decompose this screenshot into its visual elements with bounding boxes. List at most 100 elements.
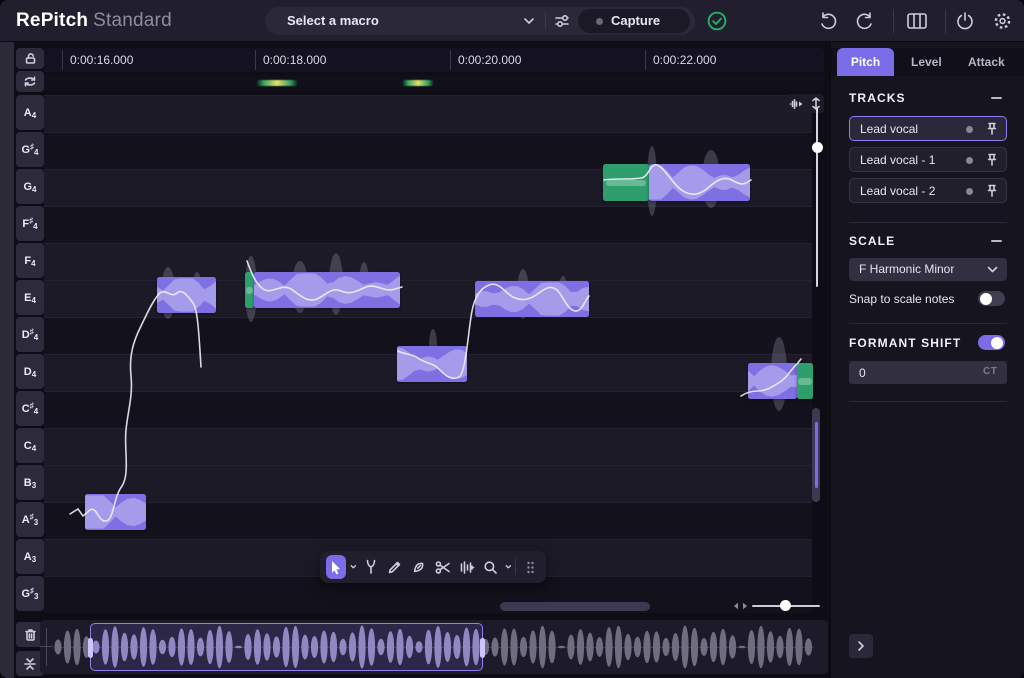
note-label-as3[interactable]: A ♯ 3 [16, 502, 44, 537]
brand-name: RePitch [16, 10, 89, 31]
tracks-collapse-button[interactable] [991, 97, 1002, 99]
select-tool-chevron-icon[interactable] [350, 564, 357, 570]
pitch-row[interactable] [44, 465, 812, 502]
capture-button[interactable]: Capture [578, 9, 690, 33]
vertical-scrollbar[interactable] [812, 408, 820, 502]
divider [849, 323, 1007, 324]
note-label-g4[interactable]: G4 [16, 169, 44, 204]
loop-button[interactable] [16, 71, 44, 92]
pitch-row[interactable] [44, 428, 812, 465]
track-row-lead-vocal-1[interactable]: Lead vocal - 1 [849, 147, 1007, 172]
pencil-tool-icon [388, 561, 401, 573]
select-tool[interactable] [326, 555, 346, 579]
toolbar-drag-handle[interactable] [520, 555, 540, 579]
scissors-tool[interactable] [433, 555, 453, 579]
note-label-b3[interactable]: B3 [16, 465, 44, 500]
selection-handle-left[interactable] [88, 638, 93, 658]
track-label: Lead vocal - 2 [860, 184, 936, 198]
overview-origin-mark [46, 628, 47, 666]
scale-select[interactable]: F Harmonic Minor [849, 258, 1007, 281]
lock-button[interactable] [16, 48, 44, 69]
vertical-zoom-slider[interactable] [816, 107, 818, 287]
tab-pitch[interactable]: Pitch [837, 48, 894, 76]
timeline-ruler[interactable]: 0:00:16.000 0:00:18.000 0:00:20.000 0:00… [44, 48, 824, 72]
snap-toggle[interactable] [978, 291, 1005, 306]
columns-icon[interactable] [906, 11, 928, 31]
waveform-overview[interactable] [40, 620, 828, 674]
track-dot-icon[interactable] [966, 157, 973, 164]
note-block[interactable] [649, 164, 750, 201]
tab-level[interactable]: Level [911, 55, 942, 69]
note-label-f4[interactable]: F4 [16, 243, 44, 278]
note-label-cs4[interactable]: C ♯ 4 [16, 391, 44, 426]
divider [893, 9, 894, 33]
note-block[interactable] [475, 281, 589, 317]
redo-icon[interactable] [854, 11, 875, 31]
divider [515, 559, 517, 575]
pitch-row[interactable] [44, 206, 812, 243]
nib-tool[interactable] [409, 555, 429, 579]
overview-selection[interactable] [88, 623, 485, 671]
zoom-tool-chevron-icon[interactable] [505, 564, 512, 570]
top-bar: RePitch Standard Select a macro Capture [0, 0, 1024, 42]
status-check-icon [707, 11, 727, 31]
note-label-a4[interactable]: A4 [16, 95, 44, 130]
pin-icon[interactable] [986, 184, 998, 198]
select-tool-icon [331, 560, 340, 574]
pitch-row[interactable] [44, 502, 812, 539]
horizontal-scrollbar[interactable] [500, 602, 650, 611]
tab-attack[interactable]: Attack [968, 55, 1005, 69]
track-row-lead-vocal-2[interactable]: Lead vocal - 2 [849, 178, 1007, 203]
track-dot-icon[interactable] [966, 126, 973, 133]
note-label-fs4[interactable]: F ♯ 4 [16, 206, 44, 241]
h-zoom-knob[interactable] [780, 600, 791, 611]
left-edge-strip [0, 42, 14, 678]
nib-tool-icon [413, 562, 424, 572]
note-block-captured[interactable] [245, 272, 254, 308]
divider [849, 222, 1007, 223]
macro-select[interactable]: Select a macro [265, 7, 545, 35]
macro-settings-icon[interactable] [554, 13, 571, 29]
note-label-a3[interactable]: A3 [16, 539, 44, 574]
selection-handle-right[interactable] [480, 638, 485, 658]
power-icon[interactable] [955, 11, 975, 31]
overview-origin-mark [40, 646, 53, 647]
note-label-e4[interactable]: E4 [16, 280, 44, 315]
scale-collapse-button[interactable] [991, 240, 1002, 242]
macro-bar: Select a macro Capture [265, 7, 695, 35]
formant-toggle[interactable] [978, 335, 1005, 350]
note-label-ds4[interactable]: D ♯ 4 [16, 317, 44, 352]
gear-icon[interactable] [992, 11, 1013, 31]
note-block[interactable] [748, 363, 797, 399]
fork-tool[interactable] [361, 555, 381, 579]
edition-name: Standard [93, 10, 172, 31]
track-row-lead-vocal[interactable]: Lead vocal [849, 116, 1007, 141]
tool-bar [320, 551, 546, 583]
pitch-row[interactable] [44, 95, 812, 132]
vertical-zoom-knob[interactable] [811, 142, 823, 153]
pin-icon[interactable] [986, 122, 998, 136]
note-block[interactable] [397, 346, 467, 382]
note-label-gs3[interactable]: G ♯ 3 [16, 576, 44, 611]
panel-expand-button[interactable] [849, 634, 873, 658]
loop-icon [24, 76, 36, 87]
note-block[interactable] [157, 277, 216, 313]
pitch-row[interactable] [44, 391, 812, 428]
note-label-d4[interactable]: D4 [16, 354, 44, 389]
capture-label: Capture [611, 13, 661, 28]
pitch-row[interactable] [44, 243, 812, 280]
note-block[interactable] [254, 272, 400, 308]
note-block-captured[interactable] [797, 363, 813, 399]
h-resize-icon[interactable] [733, 600, 748, 612]
follow-icon[interactable] [789, 98, 804, 110]
zoom-tool[interactable] [481, 555, 501, 579]
pencil-tool[interactable] [385, 555, 405, 579]
note-block[interactable] [85, 494, 146, 530]
note-block-captured[interactable] [603, 164, 649, 201]
undo-icon[interactable] [818, 11, 839, 31]
pin-icon[interactable] [986, 153, 998, 167]
warp-tool[interactable] [457, 555, 477, 579]
note-label-gs4[interactable]: G ♯ 4 [16, 132, 44, 167]
note-label-c4[interactable]: C4 [16, 428, 44, 463]
track-dot-icon[interactable] [966, 188, 973, 195]
